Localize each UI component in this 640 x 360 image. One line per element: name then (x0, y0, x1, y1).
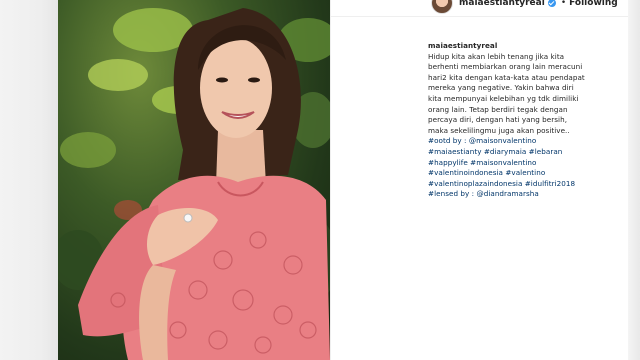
following-button[interactable]: Following (569, 0, 618, 8)
hashtag-line[interactable]: #maiaestianty #diarymaia #lebaran (428, 147, 624, 158)
verified-badge-icon (547, 0, 556, 7)
hashtag-line[interactable]: #lensed by : @diandramarsha (428, 189, 624, 200)
caption-line: hari2 kita dengan kata-kata atau pendapa… (428, 72, 585, 82)
caption-line: kita mempunyai kelebihan yg tdk dimiliki (428, 93, 579, 103)
post-photo[interactable] (58, 0, 330, 360)
caption-line: berhenti membiarkan orang lain meracuni (428, 62, 583, 72)
caption-line: percaya diri, dengan hati yang bersih, (428, 115, 568, 125)
caption-username[interactable]: maiaestiantyreal (428, 41, 624, 52)
header-separator: • (560, 0, 567, 8)
photo-illustration (58, 8, 330, 360)
hashtag-line[interactable]: #valentinoindonesia #valentino (428, 168, 624, 179)
caption-line: maka sekelilingmu juga akan positive.. (428, 125, 570, 135)
right-background (628, 0, 640, 360)
hashtag-line[interactable]: #happylife #maisonvalentino (428, 158, 624, 169)
post-detail-panel: maiaestiantyreal • Following maiaestiant… (330, 0, 629, 360)
header-username[interactable]: maiaestiantyreal (459, 0, 545, 8)
post-header: maiaestiantyreal • Following (331, 0, 629, 17)
post-caption: maiaestiantyreal Hidup kita akan lebih t… (428, 41, 624, 200)
hashtag-line[interactable]: #valentinoplazaindonesia #idulfitri2018 (428, 179, 624, 190)
caption-line: mereka yang negative. Yakin bahwa diri (428, 83, 574, 93)
caption-line: Hidup kita akan lebih tenang jika kita (428, 51, 565, 61)
caption-line: orang lain. Tetap berdiri tegak dengan (428, 104, 568, 114)
avatar[interactable] (431, 0, 453, 14)
left-background (0, 0, 58, 360)
hashtag-line[interactable]: #ootd by : @maisonvalentino (428, 136, 624, 147)
